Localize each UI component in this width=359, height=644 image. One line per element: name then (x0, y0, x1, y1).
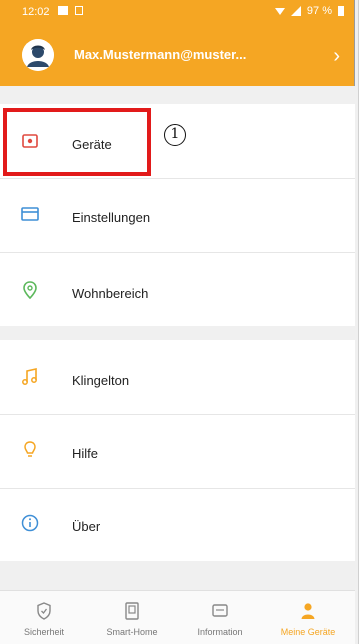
tab-label: Meine Geräte (280, 627, 336, 637)
status-time: 12:02 (22, 6, 50, 18)
smart-home-icon (125, 602, 139, 620)
tab-smart-home[interactable]: Smart-Home (88, 591, 176, 644)
menu-item-einstellungen[interactable]: Einstellungen (0, 179, 355, 252)
user-avatar-icon (22, 39, 54, 71)
tab-information[interactable]: Information (176, 591, 264, 644)
menu-item-label: Einstellungen (72, 210, 151, 225)
tab-sicherheit[interactable]: Sicherheit (0, 591, 88, 644)
menu-item-ueber[interactable]: Über (0, 489, 355, 562)
menu-item-klingelton[interactable]: Klingelton (0, 340, 355, 413)
chevron-right-icon: › (333, 45, 340, 67)
menu-item-hilfe[interactable]: Hilfe (0, 415, 355, 488)
app-screen: 12:02 97 % Max.Mustermann@muster... › Ge… (0, 0, 359, 644)
highlight-box (3, 108, 151, 176)
signal-icon (290, 6, 301, 16)
message-icon (212, 604, 228, 617)
settings-window-icon (21, 207, 39, 221)
location-pin-icon (23, 281, 37, 300)
account-email: Max.Mustermann@muster... (74, 47, 247, 62)
bottom-navigation: Sicherheit Smart-Home Information Meine … (0, 590, 355, 644)
battery-icon (338, 6, 344, 16)
menu-item-label: Hilfe (72, 446, 99, 461)
battery-percent: 97 % (306, 5, 332, 17)
tab-label: Sicherheit (23, 627, 65, 637)
person-icon (301, 603, 315, 619)
notification-icon (58, 6, 68, 15)
status-indicators: 97 % (274, 5, 344, 17)
wifi-icon (274, 7, 285, 15)
avatar (22, 39, 54, 71)
sim-icon (75, 6, 83, 15)
menu-item-label: Wohnbereich (72, 286, 149, 301)
menu-item-wohnbereich[interactable]: Wohnbereich (0, 253, 355, 326)
menu-group-settings: Klingelton Hilfe Über (0, 340, 355, 561)
music-note-icon (22, 368, 37, 385)
lightbulb-icon (24, 441, 36, 457)
tab-meine-geraete[interactable]: Meine Geräte (264, 591, 352, 644)
info-icon (21, 514, 39, 532)
status-bar: 12:02 97 % (0, 0, 354, 24)
header: 12:02 97 % Max.Mustermann@muster... › (0, 0, 355, 86)
account-row[interactable]: Max.Mustermann@muster... › (0, 30, 354, 80)
tab-label: Information (197, 627, 243, 637)
shield-icon (37, 602, 51, 620)
menu-item-label: Über (72, 519, 101, 534)
tab-label: Smart-Home (106, 627, 158, 637)
menu-item-label: Klingelton (72, 373, 130, 388)
annotation-number: 1 (164, 124, 186, 146)
